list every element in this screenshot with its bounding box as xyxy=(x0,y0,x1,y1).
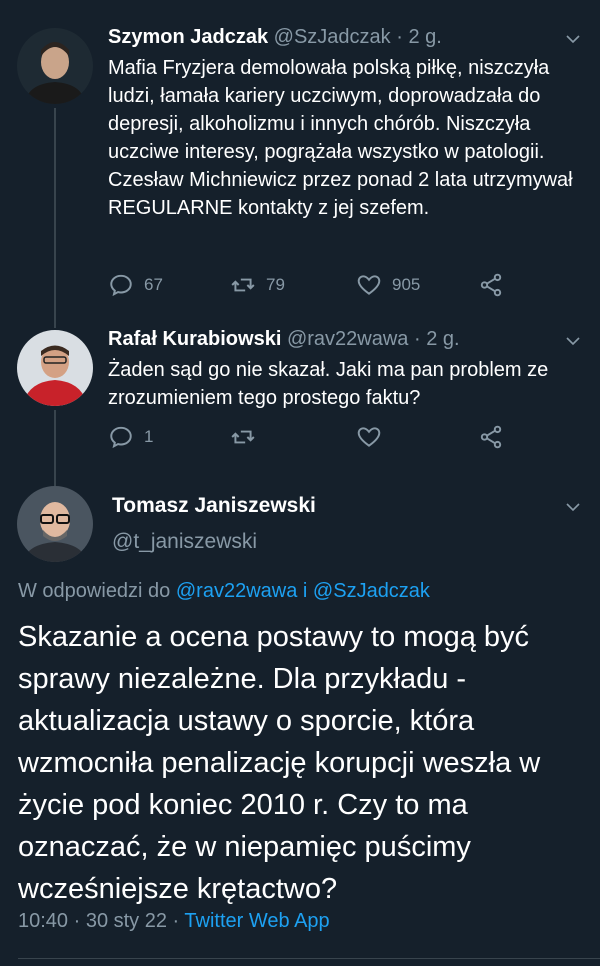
tweet-time[interactable]: 2 g. xyxy=(408,26,441,48)
separator-dot: · xyxy=(413,328,421,350)
share-button[interactable] xyxy=(478,424,504,450)
like-icon xyxy=(357,275,381,295)
reply-count: 67 xyxy=(144,275,163,294)
tweet-actions: 1 xyxy=(108,424,508,454)
tweet-text: Żaden sąd go nie skazał. Jaki ma pan pro… xyxy=(108,359,549,409)
author-handle[interactable]: @t_janiszewski xyxy=(112,530,257,554)
tweet-time[interactable]: 2 g. xyxy=(426,328,459,350)
separator-dot: · xyxy=(172,910,180,932)
tweet-text: Mafia Fryzjera demolowała polską piłkę, … xyxy=(108,57,573,219)
avatar-szymon[interactable] xyxy=(17,28,93,104)
reply-icon xyxy=(110,426,132,449)
tweet-1-header: Szymon Jadczak @SzJadczak · 2 g. xyxy=(108,24,442,50)
divider xyxy=(18,958,600,959)
author-handle[interactable]: @rav22wawa xyxy=(287,328,408,350)
author-name[interactable]: Tomasz Janiszewski xyxy=(112,494,316,518)
like-icon xyxy=(357,427,381,447)
author-handle[interactable]: @SzJadczak xyxy=(274,26,391,48)
reply-count: 1 xyxy=(144,427,154,446)
chevron-down-icon[interactable] xyxy=(564,30,582,48)
separator-dot: · xyxy=(396,26,403,48)
thread-line-2 xyxy=(54,410,56,486)
tweet-actions: 67 79 905 xyxy=(108,272,508,302)
reply-button[interactable]: 67 xyxy=(108,272,163,298)
thread-line-1 xyxy=(54,108,56,328)
author-name[interactable]: Rafał Kurabiowski xyxy=(108,328,281,350)
retweet-icon xyxy=(231,278,255,292)
reply-prefix: W odpowiedzi do xyxy=(18,580,171,602)
share-button[interactable] xyxy=(478,272,504,298)
chevron-down-icon[interactable] xyxy=(564,498,582,516)
avatar-tomasz[interactable] xyxy=(17,486,93,562)
share-icon xyxy=(480,273,502,297)
like-button[interactable]: 905 xyxy=(356,272,420,298)
tweet-2-header: Rafał Kurabiowski @rav22wawa · 2 g. xyxy=(108,326,460,352)
retweet-count: 79 xyxy=(266,275,285,294)
reply-user-link[interactable]: @rav22wawa xyxy=(176,580,297,602)
retweet-button[interactable]: 79 xyxy=(230,272,285,298)
reply-user-link[interactable]: @SzJadczak xyxy=(313,580,430,602)
share-icon xyxy=(480,425,502,449)
like-count: 905 xyxy=(392,275,421,294)
like-button[interactable] xyxy=(356,424,392,450)
tweet-timestamp[interactable]: 10:40 · 30 sty 22 xyxy=(18,910,167,932)
avatar-rafal[interactable] xyxy=(17,330,93,406)
reply-button[interactable]: 1 xyxy=(108,424,153,450)
retweet-icon xyxy=(231,430,255,444)
main-tweet-text: Skazanie a ocena postawy to mogą być spr… xyxy=(18,621,541,905)
retweet-button[interactable] xyxy=(230,424,266,450)
chevron-down-icon[interactable] xyxy=(564,332,582,350)
author-name[interactable]: Szymon Jadczak xyxy=(108,26,268,48)
reply-and: i xyxy=(302,580,308,602)
client-link[interactable]: Twitter Web App xyxy=(184,910,329,932)
reply-icon xyxy=(110,274,132,297)
reply-context: W odpowiedzi do @rav22wawa i @SzJadczak xyxy=(18,580,430,603)
tweet-meta: 10:40 · 30 sty 22 · Twitter Web App xyxy=(18,910,330,933)
